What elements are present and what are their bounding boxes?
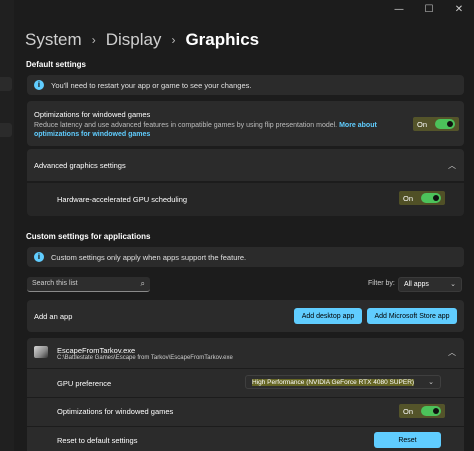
advanced-graphics-header[interactable]: Advanced graphics settings ︿ xyxy=(27,149,464,181)
add-app-label: Add an app xyxy=(34,312,73,321)
divider xyxy=(27,426,464,427)
sidebar-edge xyxy=(0,0,14,451)
hags-title: Hardware-accelerated GPU scheduling xyxy=(57,195,188,204)
app-path: C:\Battlestate Games\Escape from Tarkov\… xyxy=(57,355,233,361)
restart-info-bar: i You'll need to restart your app or gam… xyxy=(27,75,464,95)
hags-row: Hardware-accelerated GPU scheduling On xyxy=(27,183,464,216)
reset-button[interactable]: Reset xyxy=(374,432,441,448)
app-windowed-toggle-wrap[interactable]: On xyxy=(399,404,446,418)
reset-label: Reset to default settings xyxy=(57,436,138,445)
sidebar-item-partial[interactable] xyxy=(0,123,12,137)
gpu-preference-label: GPU preference xyxy=(57,379,112,388)
search-icon: ⌕ xyxy=(140,279,145,288)
windowed-optimizations-toggle-wrap[interactable]: On xyxy=(413,117,460,131)
chevron-right-icon: › xyxy=(91,33,96,47)
app-windowed-toggle[interactable] xyxy=(421,406,442,416)
filter-value: All apps xyxy=(404,281,429,288)
info-icon: i xyxy=(34,80,44,90)
app-name: EscapeFromTarkov.exe xyxy=(57,346,136,355)
breadcrumb-display[interactable]: Display xyxy=(106,30,162,50)
gpu-preference-dropdown[interactable]: High Performance (NVIDIA GeForce RTX 408… xyxy=(245,375,441,389)
restart-info-text: You'll need to restart your app or game … xyxy=(51,81,252,90)
info-icon: i xyxy=(34,252,44,262)
windowed-optimizations-row: Optimizations for windowed games Reduce … xyxy=(27,101,464,146)
chevron-down-icon: ⌄ xyxy=(450,280,456,288)
windowed-optimizations-title: Optimizations for windowed games xyxy=(34,110,151,119)
sidebar-item-partial[interactable] xyxy=(0,77,12,91)
window-controls: — ☐ ✕ xyxy=(384,2,474,16)
page-title: Graphics xyxy=(185,30,260,49)
default-settings-heading: Default settings xyxy=(26,60,87,69)
toggle-state-label: On xyxy=(417,119,428,129)
settings-window: — ☐ ✕ System › Display › Graphics Defaul… xyxy=(0,0,474,451)
app-icon xyxy=(34,346,48,358)
divider xyxy=(27,397,464,398)
toggle-knob xyxy=(447,121,454,127)
windowed-optimizations-desc: Reduce latency and use advanced features… xyxy=(34,121,394,139)
search-input[interactable]: Search this list ⌕ xyxy=(27,277,150,292)
toggle-knob xyxy=(433,195,440,201)
chevron-right-icon: › xyxy=(171,33,176,47)
toggle-state-label: On xyxy=(403,406,414,416)
divider xyxy=(27,368,464,369)
app-windowed-optimizations-label: Optimizations for windowed games xyxy=(57,407,174,416)
chevron-up-icon[interactable]: ︿ xyxy=(448,160,456,171)
windowed-optimizations-desc-text: Reduce latency and use advanced features… xyxy=(34,122,338,129)
close-icon[interactable]: ✕ xyxy=(444,2,474,16)
filter-dropdown[interactable]: All apps ⌄ xyxy=(398,277,462,292)
search-placeholder: Search this list xyxy=(32,280,78,287)
toggle-state-label: On xyxy=(403,193,414,203)
add-app-row: Add an app Add desktop app Add Microsoft… xyxy=(27,300,464,332)
custom-info-text: Custom settings only apply when apps sup… xyxy=(51,253,247,262)
hags-toggle[interactable] xyxy=(421,193,442,203)
chevron-up-icon[interactable]: ︿ xyxy=(448,347,456,358)
minimize-icon[interactable]: — xyxy=(384,2,414,16)
chevron-down-icon: ⌄ xyxy=(428,378,434,386)
windowed-optimizations-toggle[interactable] xyxy=(435,119,456,129)
maximize-icon[interactable]: ☐ xyxy=(414,2,444,16)
breadcrumb: System › Display › Graphics xyxy=(25,30,259,50)
advanced-graphics-title: Advanced graphics settings xyxy=(34,161,126,170)
breadcrumb-system[interactable]: System xyxy=(25,30,82,50)
custom-settings-heading: Custom settings for applications xyxy=(26,232,151,241)
add-desktop-app-button[interactable]: Add desktop app xyxy=(294,308,362,324)
custom-info-bar: i Custom settings only apply when apps s… xyxy=(27,247,464,267)
hags-toggle-wrap[interactable]: On xyxy=(399,191,446,205)
toggle-knob xyxy=(433,408,440,414)
add-store-app-button[interactable]: Add Microsoft Store app xyxy=(367,308,457,324)
gpu-preference-value: High Performance (NVIDIA GeForce RTX 408… xyxy=(252,379,415,386)
filter-label: Filter by: xyxy=(368,280,395,287)
